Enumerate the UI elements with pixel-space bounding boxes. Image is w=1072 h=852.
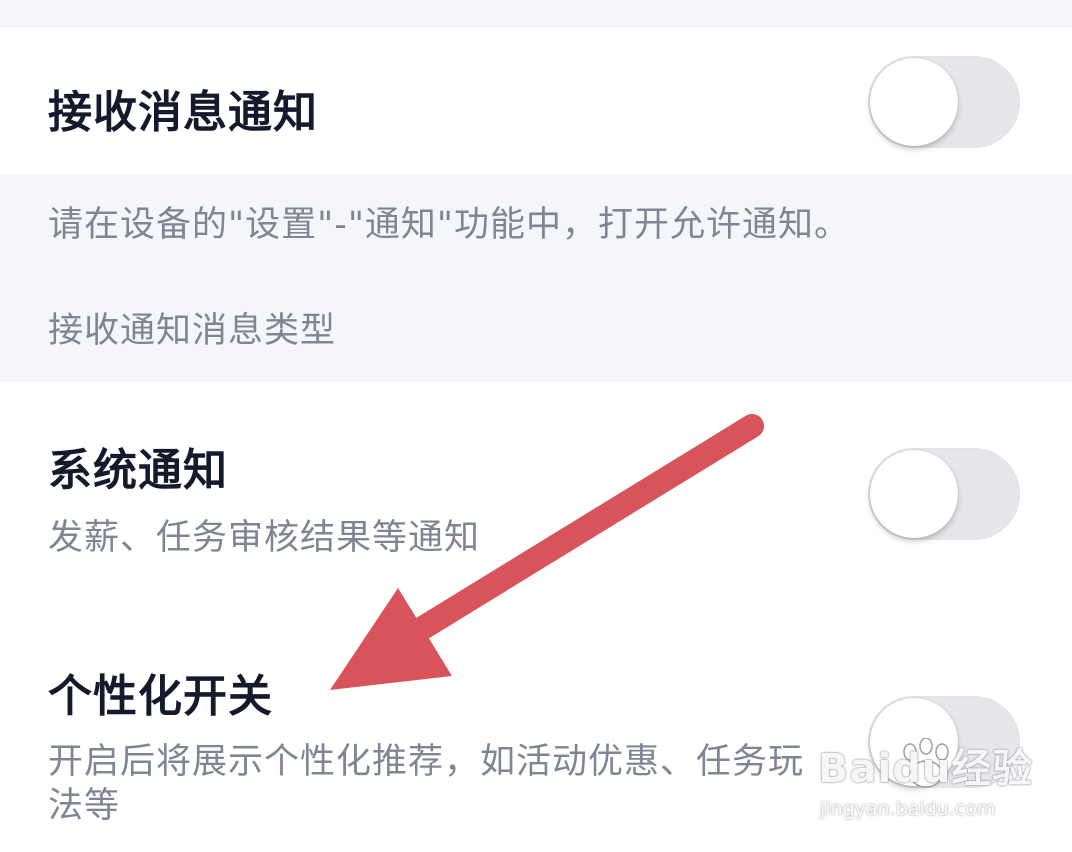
system-notifications-toggle[interactable] (868, 448, 1020, 540)
system-notifications-description: 发薪、任务审核结果等通知 (48, 518, 481, 558)
personalization-title: 个性化开关 (48, 671, 273, 722)
notification-info-panel: 请在设备的"设置"-"通知"功能中，打开允许通知。 接收通知消息类型 (0, 174, 1072, 382)
personalization-description: 开启后将展示个性化推荐，如活动优惠、任务玩法等 (48, 742, 805, 826)
watermark-logo: Baidu经验 (818, 746, 1034, 792)
notification-permission-hint: 请在设备的"设置"-"通知"功能中，打开允许通知。 (48, 205, 851, 245)
receive-notifications-row: 接收消息通知 (0, 28, 1072, 174)
toggle-knob (870, 450, 958, 538)
receive-notifications-toggle[interactable] (868, 56, 1020, 148)
baidu-jingyan-watermark: Baidu经验 jingyan.baidu.com (818, 736, 1032, 836)
settings-page: 接收消息通知 请在设备的"设置"-"通知"功能中，打开允许通知。 接收通知消息类… (0, 0, 1072, 852)
system-notifications-row: 系统通知 发薪、任务审核结果等通知 (0, 382, 1072, 602)
toggle-knob (870, 58, 958, 146)
system-notifications-title: 系统通知 (48, 445, 228, 496)
notification-types-header: 接收通知消息类型 (48, 311, 337, 351)
receive-notifications-title: 接收消息通知 (48, 87, 318, 138)
top-divider (0, 0, 1072, 28)
watermark-url: jingyan.baidu.com (820, 798, 996, 820)
